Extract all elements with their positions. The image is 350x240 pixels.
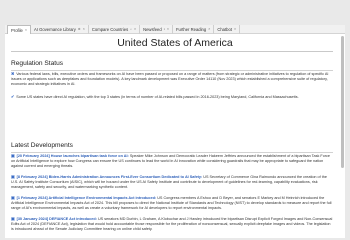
divider — [11, 152, 333, 153]
tab-ai-governance-library[interactable]: AI Governance Library ⚙ × — [31, 25, 89, 34]
news-link[interactable]: [1 February 2024] Artificial Intelligenc… — [17, 196, 157, 200]
close-icon[interactable]: × — [208, 25, 210, 34]
news-item: ▣ [30 January 2024] DEFIANCE Act introdu… — [11, 217, 333, 236]
news-item: ▣ [8 February 2024] Biden-Harris Adminis… — [11, 175, 333, 194]
section-heading-regulation-status: Regulation Status — [11, 60, 64, 67]
tab-newsfeed[interactable]: Newsfeed ▪ × — [140, 25, 173, 34]
tab-label: Chatbot — [217, 27, 232, 32]
app-window: Profile × AI Governance Library ⚙ × Comp… — [5, 25, 345, 238]
tab-chatbot[interactable]: Chatbot × — [214, 25, 241, 34]
tab-label: Newsfeed — [143, 27, 162, 32]
news-link[interactable]: [20 February 2024] House launches bipart… — [17, 154, 129, 158]
close-icon[interactable]: × — [167, 25, 169, 34]
paragraph-text: Some US states have direct AI regulation… — [16, 95, 299, 99]
news-item: ▣ [20 February 2024] House launches bipa… — [11, 154, 333, 173]
search-icon: ⌕ — [130, 27, 132, 31]
news-link[interactable]: [30 January 2024] DEFIANCE Act introduce… — [17, 217, 97, 221]
regulation-paragraph: ✖ Various federal laws, bills, executive… — [11, 72, 333, 92]
tab-label: AI Governance Library — [33, 27, 76, 32]
newspaper-icon: ▣ — [11, 217, 15, 221]
divider — [11, 70, 333, 71]
gear-icon: ⚙ — [77, 27, 81, 31]
tab-profile[interactable]: Profile × — [7, 25, 31, 34]
close-icon[interactable]: × — [83, 25, 85, 34]
tab-label: Profile — [11, 27, 23, 33]
close-icon[interactable]: × — [25, 26, 27, 35]
tab-label: Compare Countries — [91, 27, 129, 32]
check-icon: ✔ — [11, 95, 15, 99]
close-icon[interactable]: × — [134, 25, 136, 34]
tab-compare-countries[interactable]: Compare Countries ⌕ × — [89, 25, 141, 34]
newspaper-icon: ▣ — [11, 154, 15, 158]
newspaper-icon: ▣ — [11, 175, 15, 179]
tab-bar: Profile × AI Governance Library ⚙ × Comp… — [5, 25, 345, 34]
close-icon[interactable]: × — [234, 25, 236, 34]
scrollbar-thumb[interactable] — [341, 36, 344, 168]
news-link[interactable]: [8 February 2024] Biden-Harris Administr… — [17, 175, 203, 179]
tab-further-reading[interactable]: Further Reading × — [173, 25, 215, 34]
regulation-paragraph: ✔ Some US states have direct AI regulati… — [11, 95, 333, 107]
cross-icon: ✖ — [11, 72, 15, 76]
newspaper-icon: ▣ — [11, 196, 15, 200]
divider — [11, 51, 333, 52]
news-item: ▣ [1 February 2024] Artificial Intellige… — [11, 196, 333, 215]
tab-label: Further Reading — [175, 27, 207, 32]
section-heading-latest-developments: Latest Developments — [11, 142, 73, 149]
bookmark-icon: ▪ — [163, 27, 165, 31]
page-title: United States of America — [117, 37, 233, 49]
paragraph-text: Various federal laws, bills, executive o… — [11, 72, 329, 86]
